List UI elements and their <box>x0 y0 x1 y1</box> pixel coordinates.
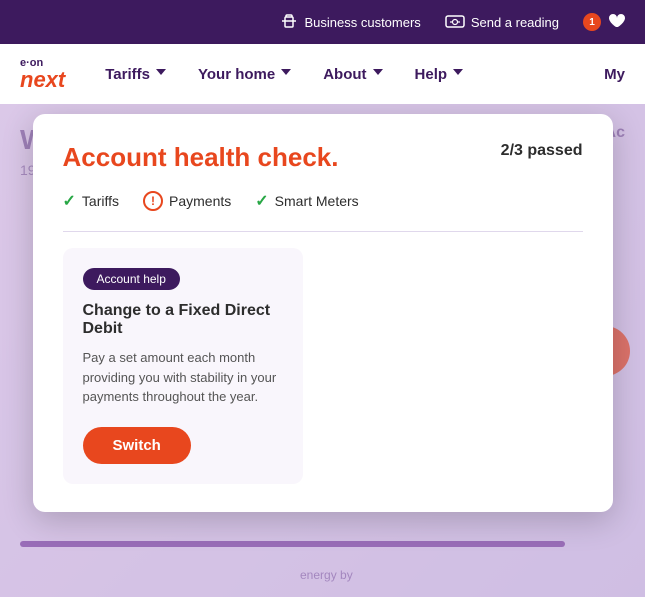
card-title: Change to a Fixed Direct Debit <box>83 302 283 338</box>
business-customers-label: Business customers <box>304 15 420 30</box>
nav-about[interactable]: About <box>323 65 384 83</box>
tariffs-chevron-icon <box>154 65 168 83</box>
check-tariffs-icon: ✓ <box>63 191 76 211</box>
nav-tariffs[interactable]: Tariffs <box>105 65 168 83</box>
check-smart-meters: ✓ Smart Meters <box>255 191 358 211</box>
logo-next: next <box>20 69 65 91</box>
top-bar: Business customers Send a reading 1 <box>0 0 645 44</box>
modal-overlay: Account health check. 2/3 passed ✓ Tarif… <box>0 104 645 597</box>
heart-icon <box>607 13 625 32</box>
page-background: Wo 192 G Ac t paym paymement iss afteris… <box>0 104 645 597</box>
nav-help[interactable]: Help <box>415 65 466 83</box>
modal-title: Account health check. <box>63 142 339 173</box>
check-smart-meters-icon: ✓ <box>255 191 268 211</box>
send-reading-label: Send a reading <box>471 15 559 30</box>
modal-checks: ✓ Tariffs ! Payments ✓ Smart Meters <box>63 191 583 211</box>
briefcase-icon <box>280 13 298 32</box>
nav-my[interactable]: My <box>604 66 625 83</box>
card-badge: Account help <box>83 268 180 290</box>
tariffs-label: Tariffs <box>105 66 150 83</box>
help-label: Help <box>415 66 448 83</box>
check-payments-label: Payments <box>169 193 231 209</box>
modal-header: Account health check. 2/3 passed <box>63 142 583 173</box>
modal-divider <box>63 231 583 232</box>
send-reading-link[interactable]: Send a reading <box>445 13 559 32</box>
help-chevron-icon <box>451 65 465 83</box>
your-home-label: Your home <box>198 66 275 83</box>
check-payments: ! Payments <box>143 191 231 211</box>
check-tariffs-label: Tariffs <box>82 193 119 209</box>
logo[interactable]: e·on next <box>20 58 65 91</box>
check-payments-icon: ! <box>143 191 163 211</box>
nav-bar: e·on next Tariffs Your home About Help M… <box>0 44 645 104</box>
your-home-chevron-icon <box>279 65 293 83</box>
meter-icon <box>445 13 465 32</box>
check-tariffs: ✓ Tariffs <box>63 191 120 211</box>
health-check-modal: Account health check. 2/3 passed ✓ Tarif… <box>33 114 613 512</box>
modal-passed: 2/3 passed <box>501 142 583 160</box>
card-body: Pay a set amount each month providing yo… <box>83 348 283 407</box>
about-chevron-icon <box>371 65 385 83</box>
notification-count: 1 <box>583 13 601 31</box>
check-smart-meters-label: Smart Meters <box>275 193 359 209</box>
switch-button[interactable]: Switch <box>83 427 191 464</box>
nav-your-home[interactable]: Your home <box>198 65 293 83</box>
about-label: About <box>323 66 366 83</box>
notification-area[interactable]: 1 <box>583 13 625 32</box>
account-help-card: Account help Change to a Fixed Direct De… <box>63 248 303 484</box>
business-customers-link[interactable]: Business customers <box>280 13 420 32</box>
